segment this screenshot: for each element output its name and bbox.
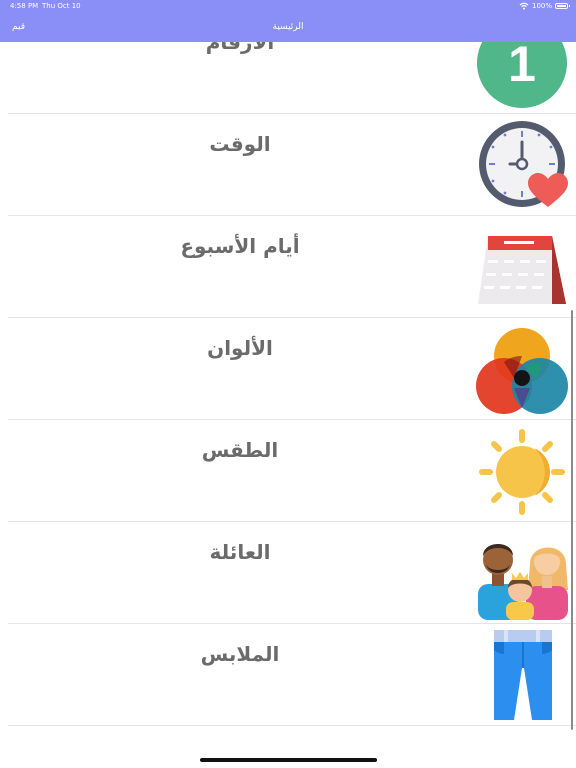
list-item-label: الأرقام xyxy=(205,42,275,54)
color-circles-icon xyxy=(476,328,568,414)
list-item-label: العائلة xyxy=(209,540,271,564)
list-item-label: الملابس xyxy=(200,642,280,666)
list-item-numbers[interactable]: الأرقام 1 xyxy=(0,42,576,114)
list-item-colors[interactable]: الألوان xyxy=(0,318,576,420)
navigation-bar: 4:58 PM Thu Oct 10 100% قيم الرئيسية xyxy=(0,0,576,42)
list-item-time[interactable]: الوقت xyxy=(0,114,576,216)
number-one-text: 1 xyxy=(508,42,536,92)
sun-icon xyxy=(479,429,565,515)
list-item-weekdays[interactable]: أيام الأسبوع xyxy=(0,216,576,318)
battery-icon xyxy=(555,3,570,9)
status-right: 100% xyxy=(519,2,570,10)
page-title: الرئيسية xyxy=(272,22,304,32)
number-one-icon: 1 xyxy=(477,42,567,108)
list-item-family[interactable]: العائلة xyxy=(0,522,576,624)
clock-heart-icon xyxy=(479,121,568,207)
battery-percent: 100% xyxy=(531,2,552,10)
list-item-label: الوقت xyxy=(209,132,271,156)
divider xyxy=(8,725,576,726)
list-item-weather[interactable]: الطقس xyxy=(0,420,576,522)
status-time: 4:58 PM xyxy=(10,2,39,10)
list-item-label: الطقس xyxy=(201,438,279,462)
list-item-label: الألوان xyxy=(207,336,273,360)
status-date: Thu Oct 10 xyxy=(42,2,81,10)
wifi-icon xyxy=(519,2,529,10)
category-list: الأرقام 1 الوقت أيام الأسبوع الألوان الط… xyxy=(0,42,576,742)
home-indicator[interactable] xyxy=(200,758,377,762)
family-icon xyxy=(478,544,568,620)
list-item-label: أيام الأسبوع xyxy=(180,234,300,258)
scroll-indicator[interactable] xyxy=(571,310,573,730)
calendar-icon xyxy=(478,236,566,304)
list-item-clothes[interactable]: الملابس xyxy=(0,624,576,726)
status-bar: 4:58 PM Thu Oct 10 100% xyxy=(0,2,576,14)
jeans-icon xyxy=(494,630,552,720)
